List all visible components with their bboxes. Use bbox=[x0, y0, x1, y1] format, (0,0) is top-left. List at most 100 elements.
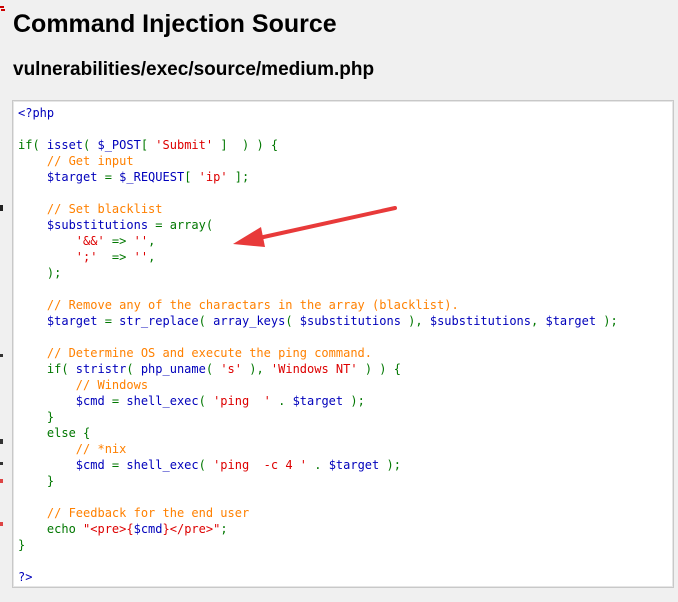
code-line: $cmd = shell_exec( 'ping ' . $target ); bbox=[18, 394, 365, 408]
code-line: // *nix bbox=[18, 442, 127, 456]
code-line: // Get input bbox=[18, 154, 134, 168]
code-token: $target bbox=[292, 394, 351, 408]
code-line: ';' => '', bbox=[18, 250, 156, 264]
code-line: // Set blacklist bbox=[18, 202, 163, 216]
code-token: } bbox=[18, 474, 55, 488]
edge-fragment-mark bbox=[0, 352, 6, 362]
code-token: => bbox=[104, 234, 134, 248]
code-token: $cmd bbox=[18, 394, 112, 408]
code-token: $substitutions bbox=[299, 314, 409, 328]
edge-fragment-mark bbox=[0, 460, 6, 470]
code-line: } bbox=[18, 538, 25, 552]
code-token: ( bbox=[198, 314, 214, 328]
code-token: ( bbox=[198, 394, 214, 408]
code-line: '&&' => '', bbox=[18, 234, 156, 248]
code-token: => bbox=[97, 250, 134, 264]
code-token: shell_exec bbox=[126, 394, 199, 408]
source-code-panel: <?php if( isset( $_POST[ 'Submit' ] ) ) … bbox=[12, 100, 674, 588]
code-token: '' bbox=[133, 250, 149, 264]
edge-fragment-mark bbox=[0, 437, 6, 447]
code-token: if( bbox=[18, 362, 76, 376]
code-token: ( bbox=[126, 362, 141, 376]
php-source-code: <?php if( isset( $_POST[ 'Submit' ] ) ) … bbox=[18, 105, 618, 585]
code-token: // Determine OS and execute the ping com… bbox=[18, 346, 373, 360]
code-token: "<pre>{ bbox=[83, 522, 134, 536]
edge-fragment-mark bbox=[0, 520, 6, 530]
code-token: $_REQUEST bbox=[119, 170, 185, 184]
code-token: 'ping ' bbox=[213, 394, 271, 408]
code-token: } bbox=[18, 410, 55, 424]
code-token: [ bbox=[140, 138, 156, 152]
code-token: ); bbox=[603, 314, 618, 328]
code-token: }</pre>" bbox=[162, 522, 221, 536]
edge-fragment-mark bbox=[0, 203, 6, 213]
code-token: $cmd bbox=[133, 522, 163, 536]
code-token: echo bbox=[18, 522, 84, 536]
code-token: array_keys bbox=[213, 314, 286, 328]
code-line: if( stristr( php_uname( 's' ), 'Windows … bbox=[18, 362, 401, 376]
code-token: = bbox=[104, 170, 120, 184]
code-token: $_POST bbox=[97, 138, 141, 152]
code-token: 's' bbox=[220, 362, 242, 376]
code-line: <?php bbox=[18, 106, 54, 120]
code-token: // Get input bbox=[18, 154, 134, 168]
code-token: str_replace bbox=[119, 314, 199, 328]
code-token: // Remove any of the charactars in the a… bbox=[18, 298, 459, 312]
code-token: ); bbox=[350, 394, 365, 408]
code-token: $target bbox=[328, 458, 387, 472]
code-token: shell_exec bbox=[126, 458, 199, 472]
code-token: 'ip' bbox=[198, 170, 228, 184]
code-token: , bbox=[148, 234, 156, 248]
code-token: ( bbox=[205, 362, 221, 376]
code-line: // Windows bbox=[18, 378, 148, 392]
code-line: echo "<pre>{$cmd}</pre>"; bbox=[18, 522, 228, 536]
edge-fragment-mark bbox=[0, 4, 6, 14]
code-token: $target bbox=[18, 170, 105, 184]
code-token: ), bbox=[408, 314, 430, 328]
code-token: $cmd bbox=[18, 458, 112, 472]
file-path-heading: vulnerabilities/exec/source/medium.php bbox=[13, 59, 375, 80]
code-token: ); bbox=[18, 266, 62, 280]
code-token: '' bbox=[133, 234, 149, 248]
code-line: if( isset( $_POST[ 'Submit' ] ) ) { bbox=[18, 138, 278, 152]
code-token: $substitutions bbox=[18, 218, 156, 232]
code-line: // Remove any of the charactars in the a… bbox=[18, 298, 459, 312]
code-token: ( bbox=[285, 314, 300, 328]
code-token: [ bbox=[184, 170, 199, 184]
code-token: . bbox=[270, 394, 293, 408]
code-token: 'Windows NT' bbox=[270, 362, 358, 376]
code-token: ), bbox=[242, 362, 271, 376]
code-line: else { bbox=[18, 426, 90, 440]
code-token: = bbox=[111, 458, 127, 472]
page-title: Command Injection Source bbox=[13, 10, 337, 38]
code-token: ] ) ) { bbox=[213, 138, 279, 152]
code-token: else { bbox=[18, 426, 91, 440]
code-token: ( bbox=[198, 458, 214, 472]
code-line: ?> bbox=[18, 570, 32, 584]
code-line: // Determine OS and execute the ping com… bbox=[18, 346, 372, 360]
code-token: , bbox=[148, 250, 156, 264]
code-token: php_uname bbox=[140, 362, 206, 376]
code-token: $substitutions bbox=[429, 314, 532, 328]
code-token: if( bbox=[18, 138, 47, 152]
code-token: // *nix bbox=[18, 442, 127, 456]
code-token: // Windows bbox=[18, 378, 149, 392]
code-token: ( bbox=[83, 138, 98, 152]
code-token: '&&' bbox=[75, 234, 105, 248]
code-line: $target = $_REQUEST[ 'ip' ]; bbox=[18, 170, 249, 184]
code-token: // Feedback for the end user bbox=[18, 506, 250, 520]
code-token: ); bbox=[386, 458, 401, 472]
code-line: $target = str_replace( array_keys( $subs… bbox=[18, 314, 618, 328]
code-token: ) ) { bbox=[357, 362, 401, 376]
code-token: <?php bbox=[18, 106, 55, 120]
code-token: ; bbox=[220, 522, 228, 536]
code-token: = bbox=[104, 314, 120, 328]
code-token: } bbox=[18, 538, 26, 552]
code-line: $substitutions = array( bbox=[18, 218, 213, 232]
code-line: $cmd = shell_exec( 'ping -c 4 ' . $targe… bbox=[18, 458, 401, 472]
code-line: // Feedback for the end user bbox=[18, 506, 249, 520]
code-token: // Set blacklist bbox=[18, 202, 163, 216]
code-line: } bbox=[18, 410, 54, 424]
